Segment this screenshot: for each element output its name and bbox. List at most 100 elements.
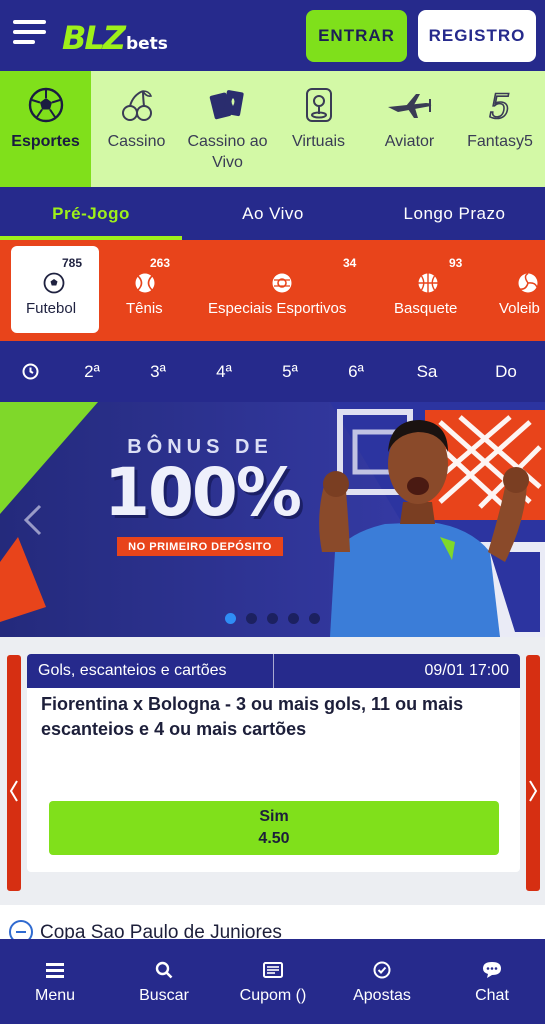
fantasy5-icon: 5 bbox=[485, 85, 515, 125]
basketball-icon bbox=[418, 273, 438, 293]
odd-value: 4.50 bbox=[258, 830, 290, 847]
category-label: Fantasy5 bbox=[467, 133, 533, 150]
cherries-icon bbox=[119, 85, 155, 125]
tennis-ball-icon bbox=[135, 273, 155, 293]
category-label: Virtuais bbox=[291, 133, 346, 150]
featured-match-carousel: Gols, escanteios e cartões 09/01 17:00 F… bbox=[0, 637, 545, 905]
sport-basquete[interactable]: 93 Basquete bbox=[386, 246, 470, 333]
logo-main: BLZ bbox=[62, 19, 126, 57]
svg-text:5: 5 bbox=[489, 87, 511, 123]
day-filter-sa[interactable]: Sa bbox=[405, 341, 449, 402]
special-ball-icon bbox=[272, 273, 292, 293]
match-datetime: 09/01 17:00 bbox=[424, 662, 509, 679]
day-filter-3a[interactable]: 3ª bbox=[136, 341, 180, 402]
blz-bets-logo[interactable]: BLZ bets bbox=[62, 14, 168, 54]
league-header[interactable]: Copa Sao Paulo de Juniores bbox=[0, 905, 545, 944]
sport-label: Voleib bbox=[499, 300, 540, 317]
sport-label: Futebol bbox=[26, 300, 77, 317]
market-name: Gols, escanteios e cartões bbox=[38, 662, 227, 679]
sport-count: 93 bbox=[449, 256, 463, 270]
bottom-navigation: Menu Buscar Cupom () Apostas Chat bbox=[0, 939, 545, 1024]
clock-icon[interactable] bbox=[10, 341, 50, 402]
day-filter-4a[interactable]: 4ª bbox=[202, 341, 246, 402]
chat-icon bbox=[482, 961, 502, 979]
bet-type-tabs: Pré-Jogo Ao Vivo Longo Prazo bbox=[0, 187, 545, 240]
top-header: BLZ bets ENTRAR REGISTRO bbox=[0, 0, 545, 71]
hamburger-menu-icon[interactable] bbox=[13, 20, 46, 46]
nav-cupom[interactable]: Cupom () bbox=[228, 939, 318, 1024]
category-virtuais[interactable]: Virtuais bbox=[273, 71, 364, 187]
sports-bar: 785 Futebol 263 Tênis 34 Especiais Espor… bbox=[0, 240, 545, 341]
volleyball-icon bbox=[518, 272, 538, 293]
day-filter-6a[interactable]: 6ª bbox=[334, 341, 378, 402]
banner-bonus-percent: 100% bbox=[104, 454, 302, 531]
sport-label: Especiais Esportivos bbox=[208, 300, 347, 317]
carousel-dot[interactable] bbox=[288, 613, 299, 624]
app-root: BLZ bets ENTRAR REGISTRO Esportes Cassin… bbox=[0, 0, 545, 1024]
sport-label: Basquete bbox=[394, 300, 458, 317]
soccer-ball-icon bbox=[43, 272, 65, 294]
category-fantasy5[interactable]: 5 Fantasy5 bbox=[455, 71, 545, 187]
next-card-edge[interactable] bbox=[526, 655, 540, 891]
header-divider bbox=[273, 654, 274, 688]
carousel-dots bbox=[225, 613, 325, 625]
category-cassino-ao-vivo[interactable]: Cassino ao Vivo bbox=[182, 71, 273, 187]
day-filter-2a[interactable]: 2ª bbox=[70, 341, 114, 402]
tab-ao-vivo[interactable]: Ao Vivo bbox=[182, 187, 364, 240]
match-card-header: Gols, escanteios e cartões 09/01 17:00 bbox=[27, 654, 520, 688]
nav-apostas[interactable]: Apostas bbox=[342, 939, 422, 1024]
prev-card-edge[interactable] bbox=[7, 655, 21, 891]
category-label: Aviator bbox=[384, 133, 435, 150]
soccer-ball-icon bbox=[28, 85, 64, 125]
airplane-icon bbox=[386, 85, 434, 125]
sport-especiais-esportivos[interactable]: 34 Especiais Esportivos bbox=[200, 246, 366, 333]
sport-label: Tênis bbox=[126, 300, 163, 317]
banner-prev-arrow-icon[interactable] bbox=[18, 502, 48, 538]
category-bar: Esportes Cassino Cassino ao Vivo Virtuai… bbox=[0, 71, 545, 187]
carousel-dot[interactable] bbox=[309, 613, 320, 624]
tab-pre-jogo[interactable]: Pré-Jogo bbox=[0, 187, 182, 240]
odd-button-sim[interactable]: Sim 4.50 bbox=[49, 801, 499, 855]
day-filter-5a[interactable]: 5ª bbox=[268, 341, 312, 402]
category-esportes[interactable]: Esportes bbox=[0, 71, 91, 187]
sport-count: 785 bbox=[62, 256, 83, 270]
category-label: Cassino ao Vivo bbox=[187, 133, 268, 171]
category-cassino[interactable]: Cassino bbox=[91, 71, 182, 187]
sport-futebol[interactable]: 785 Futebol bbox=[11, 246, 99, 333]
logo-sub: bets bbox=[125, 34, 168, 54]
nav-label: Apostas bbox=[353, 987, 411, 1004]
nav-menu[interactable]: Menu bbox=[15, 939, 95, 1024]
nav-label: Buscar bbox=[139, 987, 189, 1004]
carousel-dot-active[interactable] bbox=[225, 613, 236, 624]
playing-cards-icon bbox=[209, 85, 247, 125]
banner-ribbon: NO PRIMEIRO DEPÓSITO bbox=[117, 537, 283, 556]
nav-label: Cupom () bbox=[239, 987, 307, 1004]
carousel-dot[interactable] bbox=[246, 613, 257, 624]
bets-check-icon bbox=[373, 961, 391, 979]
search-icon bbox=[155, 961, 173, 979]
nav-buscar[interactable]: Buscar bbox=[124, 939, 204, 1024]
tab-longo-prazo[interactable]: Longo Prazo bbox=[364, 187, 545, 240]
login-button[interactable]: ENTRAR bbox=[306, 10, 407, 62]
odd-label: Sim bbox=[259, 808, 289, 825]
carousel-dot[interactable] bbox=[267, 613, 278, 624]
sport-voleibol[interactable]: Voleib bbox=[490, 246, 545, 333]
category-aviator[interactable]: Aviator bbox=[364, 71, 455, 187]
match-card[interactable]: Gols, escanteios e cartões 09/01 17:00 F… bbox=[27, 654, 520, 872]
sport-tenis[interactable]: 263 Tênis bbox=[112, 246, 180, 333]
nav-chat[interactable]: Chat bbox=[452, 939, 532, 1024]
category-label: Esportes bbox=[11, 133, 80, 150]
register-button[interactable]: REGISTRO bbox=[418, 10, 536, 62]
menu-icon bbox=[46, 961, 64, 979]
day-filter-bar: 2ª 3ª 4ª 5ª 6ª Sa Do bbox=[0, 341, 545, 402]
nav-label: Menu bbox=[34, 987, 76, 1004]
promo-banner[interactable]: BÔNUS DE 100% NO PRIMEIRO DEPÓSITO bbox=[0, 402, 545, 637]
nav-label: Chat bbox=[475, 987, 509, 1004]
day-filter-do[interactable]: Do bbox=[484, 341, 528, 402]
sport-count: 34 bbox=[343, 256, 357, 270]
sport-count: 263 bbox=[150, 256, 171, 270]
match-title: Fiorentina x Bologna - 3 ou mais gols, 1… bbox=[41, 694, 464, 739]
category-label: Cassino bbox=[107, 133, 166, 150]
coupon-icon bbox=[263, 961, 283, 979]
joystick-icon bbox=[304, 85, 334, 125]
